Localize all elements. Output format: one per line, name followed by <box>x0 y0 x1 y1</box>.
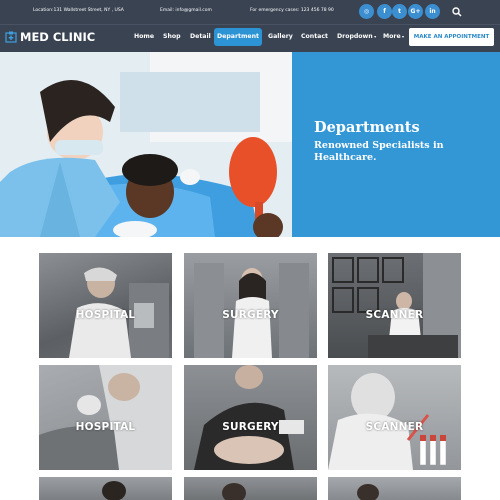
tile-label: SURGERY <box>222 421 279 433</box>
nav-more-label: More <box>383 33 401 40</box>
tile-label: HOSPITAL <box>75 309 136 321</box>
nav-detail[interactable]: Detail <box>190 33 211 40</box>
hero-dentist-photo <box>0 52 292 237</box>
nav-home[interactable]: Home <box>134 33 154 40</box>
hero-subtitle: Renowned Specialists in Healthcare. <box>314 140 444 163</box>
tile-label: SCANNER <box>365 421 424 433</box>
department-tile-scanner-2[interactable]: SCANNER <box>328 365 461 470</box>
nav-dropdown[interactable]: Dropdown ▾ <box>337 33 376 40</box>
linkedin-icon[interactable]: in <box>425 4 440 19</box>
department-tile-partial[interactable] <box>328 477 461 500</box>
twitter-icon[interactable]: t <box>392 4 407 19</box>
tile-label: SCANNER <box>365 309 424 321</box>
department-tile-surgery-2[interactable]: SURGERY <box>184 365 317 470</box>
nav-department-label: Department <box>217 33 259 40</box>
caret-down-icon: ▾ <box>400 34 405 39</box>
department-tile-partial[interactable] <box>39 477 172 500</box>
nav-shop[interactable]: Shop <box>163 33 181 40</box>
department-tile-hospital-2[interactable]: HOSPITAL <box>39 365 172 470</box>
site-logo[interactable]: MED CLINIC <box>20 30 95 44</box>
department-tile-hospital[interactable]: HOSPITAL <box>39 253 172 358</box>
email-text: Email: info@gmail.com <box>160 8 212 13</box>
address-text: Location:131 Wallstreet Street, NY , USA <box>33 8 124 13</box>
department-tile-surgery[interactable]: SURGERY <box>184 253 317 358</box>
department-tile-partial[interactable] <box>184 477 317 500</box>
rss-icon[interactable]: ◎ <box>359 4 374 19</box>
emergency-text: For emergency cases: 123 456 78 90 <box>250 8 334 13</box>
nav-contact[interactable]: Contact <box>301 33 328 40</box>
caret-down-icon: ▾ <box>372 34 377 39</box>
google-plus-icon[interactable]: G+ <box>408 4 423 19</box>
top-info-bar: Location:131 Wallstreet Street, NY , USA… <box>0 0 500 24</box>
make-appointment-button[interactable]: MAKE AN APPOINTMENT <box>409 28 494 46</box>
tile-label: SURGERY <box>222 309 279 321</box>
department-tile-scanner[interactable]: SCANNER <box>328 253 461 358</box>
nav-gallery[interactable]: Gallery <box>268 33 293 40</box>
nav-department[interactable]: Department <box>214 28 262 46</box>
tile-label: HOSPITAL <box>75 421 136 433</box>
nav-dropdown-label: Dropdown <box>337 33 373 40</box>
search-icon[interactable] <box>452 7 462 17</box>
nav-more[interactable]: More ▾ <box>383 33 404 40</box>
facebook-icon[interactable]: f <box>377 4 392 19</box>
hero-title: Departments <box>314 119 420 136</box>
clinic-logo-icon[interactable] <box>5 31 17 43</box>
